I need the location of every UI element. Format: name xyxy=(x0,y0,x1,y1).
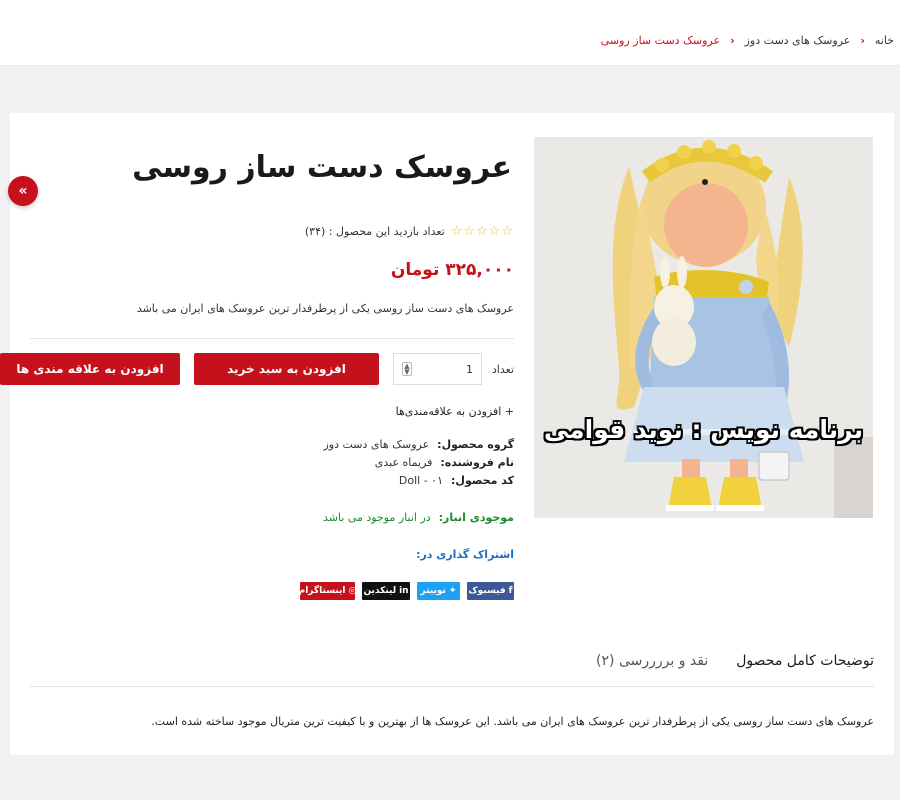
quantity-value[interactable]: 1 xyxy=(466,363,473,376)
short-description: عروسک های دست ساز روسی یکی از پرطرفدار ت… xyxy=(136,302,514,315)
rating-row: ☆☆☆☆☆ تعداد بازدید این محصول : (۳۴) xyxy=(305,224,514,239)
doll-illustration xyxy=(534,137,873,518)
divider xyxy=(30,338,514,339)
product-price: ۳۲۵,۰۰۰ تومان xyxy=(390,260,514,280)
share-linkedin-label: لینکدین xyxy=(363,586,397,596)
breadcrumb: خانه ‹ عروسک های دست دوز ‹ عروسک دست ساز… xyxy=(601,34,894,47)
chevron-left-icon: ‹ xyxy=(730,34,735,47)
linkedin-icon: in xyxy=(399,586,409,596)
meta-group-row: گروه محصول: عروسک های دست دوز xyxy=(323,436,514,454)
breadcrumb-current: عروسک دست ساز روسی xyxy=(600,34,721,47)
product-title: عروسک دست ساز روسی xyxy=(132,150,512,185)
product-meta: گروه محصول: عروسک های دست دوز نام فروشنده… xyxy=(323,436,514,490)
tab-description[interactable]: توضیحات کامل محصول xyxy=(736,653,874,669)
stock-label: موجودی انبار: xyxy=(438,511,514,524)
top-bar: خانه ‹ عروسک های دست دوز ‹ عروسک دست ساز… xyxy=(0,0,900,66)
rating-stars-icon[interactable]: ☆☆☆☆☆ xyxy=(451,224,514,239)
add-to-wishlist-button[interactable]: افزودن به علاقه مندی ها xyxy=(0,353,180,385)
quantity-stepper[interactable]: ▲ ▼ 1 xyxy=(393,353,482,385)
tab-reviews[interactable]: نقد و بررررسی (۲) xyxy=(596,653,708,669)
instagram-icon: ◎ xyxy=(348,586,357,596)
double-chevron-up-icon: « xyxy=(18,183,28,199)
share-label: اشتراک گذاری در: xyxy=(416,548,514,561)
share-instagram-label: اینستاگرام xyxy=(298,586,346,596)
chevron-left-icon: ‹ xyxy=(860,34,865,47)
watermark-text: برنامه نویس : نوید قوامی xyxy=(543,415,864,444)
meta-code-row: کد محصول: Doll - ۰۱ xyxy=(323,472,514,490)
stepper-arrows-icon[interactable]: ▲ ▼ xyxy=(402,362,412,376)
full-description: عروسک های دست ساز روسی یکی از پرطرفدار ت… xyxy=(151,715,874,728)
breadcrumb-category[interactable]: عروسک های دست دوز xyxy=(745,34,851,47)
tabs-divider xyxy=(30,686,874,687)
meta-group-label: گروه محصول: xyxy=(437,438,514,451)
share-twitter-button[interactable]: ✦ توییتر xyxy=(417,582,460,600)
meta-group-value[interactable]: عروسک های دست دوز xyxy=(323,438,429,451)
share-twitter-label: توییتر xyxy=(420,586,446,596)
facebook-icon: f xyxy=(508,586,513,596)
product-image[interactable]: برنامه نویس : نوید قوامی xyxy=(534,137,873,518)
breadcrumb-home[interactable]: خانه xyxy=(875,34,894,47)
add-to-wishlist-link[interactable]: + افزودن به علاقه‌مندی‌ها xyxy=(396,405,514,418)
stock-value: در انبار موجود می باشد xyxy=(322,511,431,524)
stock-status: موجودی انبار: در انبار موجود می باشد xyxy=(323,511,514,524)
product-tabs: توضیحات کامل محصول نقد و بررررسی (۲) xyxy=(568,653,874,669)
twitter-icon: ✦ xyxy=(448,586,457,596)
meta-code-label: کد محصول: xyxy=(451,474,514,487)
share-facebook-label: فیسبوک xyxy=(468,586,506,596)
meta-code-value: Doll - ۰۱ xyxy=(398,474,443,487)
share-linkedin-button[interactable]: in لینکدین xyxy=(362,582,410,600)
scroll-top-button[interactable]: « xyxy=(8,176,38,206)
meta-seller-label: نام فروشنده: xyxy=(440,456,514,469)
meta-seller-row: نام فروشنده: فریماه عبدی xyxy=(323,454,514,472)
add-to-cart-button[interactable]: افزودن به سبد خرید xyxy=(194,353,379,385)
share-facebook-button[interactable]: f فیسبوک xyxy=(467,582,514,600)
views-count: تعداد بازدید این محصول : (۳۴) xyxy=(304,225,445,238)
quantity-label: تعداد xyxy=(491,363,514,376)
meta-seller-value: فریماه عبدی xyxy=(374,456,433,469)
share-instagram-button[interactable]: ◎ اینستاگرام xyxy=(298,582,357,600)
